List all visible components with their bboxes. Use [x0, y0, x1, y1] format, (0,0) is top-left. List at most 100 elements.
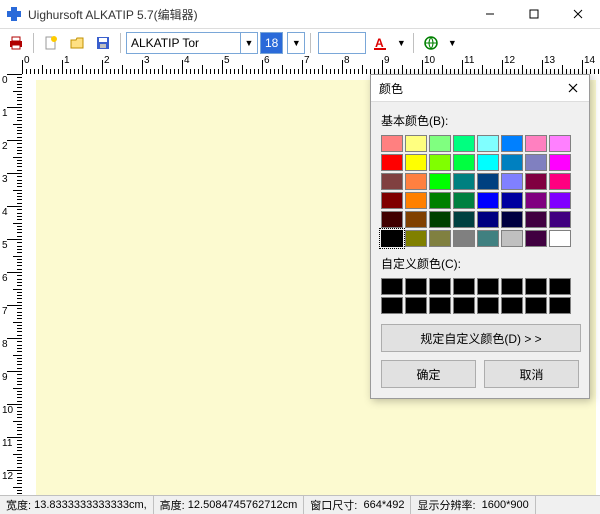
basic-color-swatch[interactable]	[549, 211, 571, 228]
basic-color-swatch[interactable]	[381, 173, 403, 190]
status-resolution: 显示分辨率: 1600*900	[411, 496, 535, 514]
font-size-selector[interactable]: 18	[260, 32, 283, 54]
basic-color-swatch[interactable]	[477, 173, 499, 190]
basic-color-swatch[interactable]	[453, 154, 475, 171]
custom-color-swatch[interactable]	[381, 278, 403, 295]
basic-color-swatch[interactable]	[501, 154, 523, 171]
basic-color-swatch[interactable]	[501, 173, 523, 190]
basic-color-swatch[interactable]	[501, 192, 523, 209]
basic-color-swatch[interactable]	[549, 230, 571, 247]
custom-color-swatch[interactable]	[477, 278, 499, 295]
basic-color-swatch[interactable]	[501, 230, 523, 247]
basic-color-swatch[interactable]	[525, 192, 547, 209]
basic-color-swatch[interactable]	[525, 135, 547, 152]
custom-color-swatch[interactable]	[501, 297, 523, 314]
ruler-label: 9	[2, 372, 8, 383]
ok-button[interactable]: 确定	[381, 360, 476, 388]
app-icon	[6, 6, 22, 22]
custom-color-swatch[interactable]	[381, 297, 403, 314]
custom-color-swatch[interactable]	[525, 297, 547, 314]
horizontal-ruler: 01234567891011121314	[22, 56, 600, 75]
ruler-label: 0	[24, 56, 30, 66]
basic-color-swatch[interactable]	[549, 173, 571, 190]
new-button[interactable]	[39, 31, 63, 55]
custom-color-swatch[interactable]	[405, 278, 427, 295]
basic-color-swatch[interactable]	[453, 173, 475, 190]
language-button[interactable]	[419, 31, 443, 55]
dialog-title: 颜色	[379, 80, 403, 97]
titlebar: Uighursoft ALKATIP 5.7(编辑器)	[0, 0, 600, 29]
dialog-close-button[interactable]	[557, 75, 589, 101]
basic-color-swatch[interactable]	[477, 211, 499, 228]
basic-color-swatch[interactable]	[549, 135, 571, 152]
basic-color-swatch[interactable]	[453, 135, 475, 152]
print-button[interactable]	[4, 31, 28, 55]
basic-color-swatch[interactable]	[429, 192, 451, 209]
close-button[interactable]	[556, 0, 600, 28]
basic-color-swatch[interactable]	[429, 135, 451, 152]
save-button[interactable]	[91, 31, 115, 55]
basic-color-swatch[interactable]	[405, 135, 427, 152]
define-custom-color-button[interactable]: 规定自定义颜色(D) > >	[381, 324, 581, 352]
basic-color-swatch[interactable]	[381, 154, 403, 171]
status-window-size: 窗口尺寸: 664*492	[304, 496, 411, 514]
custom-color-swatch[interactable]	[549, 297, 571, 314]
basic-color-swatch[interactable]	[453, 230, 475, 247]
ruler-label: 7	[2, 306, 8, 317]
minimize-button[interactable]	[468, 0, 512, 28]
basic-color-swatch[interactable]	[381, 135, 403, 152]
font-color-button[interactable]: A	[368, 31, 392, 55]
basic-color-swatch[interactable]	[477, 135, 499, 152]
basic-color-swatch[interactable]	[429, 211, 451, 228]
basic-color-swatch[interactable]	[477, 192, 499, 209]
basic-color-swatch[interactable]	[453, 211, 475, 228]
basic-color-swatch[interactable]	[525, 173, 547, 190]
ruler-label: 10	[2, 405, 13, 416]
basic-color-swatch[interactable]	[405, 211, 427, 228]
basic-color-swatch[interactable]	[429, 230, 451, 247]
font-color-dropdown[interactable]: ▼	[394, 31, 408, 55]
basic-color-swatch[interactable]	[549, 192, 571, 209]
basic-color-swatch[interactable]	[381, 211, 403, 228]
basic-color-swatch[interactable]	[525, 154, 547, 171]
basic-color-swatch[interactable]	[405, 230, 427, 247]
custom-color-swatch[interactable]	[429, 278, 451, 295]
custom-color-swatch[interactable]	[501, 278, 523, 295]
basic-color-swatch[interactable]	[477, 154, 499, 171]
custom-color-swatch[interactable]	[549, 278, 571, 295]
basic-color-swatch[interactable]	[381, 230, 403, 247]
custom-color-swatch[interactable]	[429, 297, 451, 314]
basic-color-swatch[interactable]	[525, 211, 547, 228]
chevron-down-icon: ▼	[240, 33, 257, 53]
maximize-button[interactable]	[512, 0, 556, 28]
ruler-corner	[0, 56, 23, 75]
ruler-label: 1	[2, 108, 8, 119]
ruler-label: 5	[2, 240, 8, 251]
custom-color-swatch[interactable]	[525, 278, 547, 295]
custom-color-swatch[interactable]	[477, 297, 499, 314]
basic-color-swatch[interactable]	[405, 173, 427, 190]
basic-color-swatch[interactable]	[405, 154, 427, 171]
custom-color-swatch[interactable]	[453, 278, 475, 295]
basic-color-swatch[interactable]	[501, 135, 523, 152]
basic-color-swatch[interactable]	[453, 192, 475, 209]
cancel-button[interactable]: 取消	[484, 360, 579, 388]
basic-color-swatch[interactable]	[501, 211, 523, 228]
language-dropdown[interactable]: ▼	[445, 31, 459, 55]
custom-color-swatch[interactable]	[405, 297, 427, 314]
basic-color-swatch[interactable]	[429, 173, 451, 190]
ruler-label: 6	[264, 56, 270, 66]
basic-color-swatch[interactable]	[549, 154, 571, 171]
basic-color-swatch[interactable]	[525, 230, 547, 247]
basic-color-swatch[interactable]	[429, 154, 451, 171]
ruler-label: 0	[2, 75, 8, 86]
open-button[interactable]	[65, 31, 89, 55]
basic-color-swatch[interactable]	[381, 192, 403, 209]
font-size-dropdown[interactable]: ▼	[287, 32, 305, 54]
custom-color-swatch[interactable]	[453, 297, 475, 314]
svg-text:A: A	[375, 36, 384, 50]
basic-color-swatch[interactable]	[477, 230, 499, 247]
font-selector[interactable]: ALKATIP Tor ▼	[126, 32, 258, 54]
basic-color-swatch[interactable]	[405, 192, 427, 209]
dialog-titlebar: 颜色	[371, 75, 589, 102]
